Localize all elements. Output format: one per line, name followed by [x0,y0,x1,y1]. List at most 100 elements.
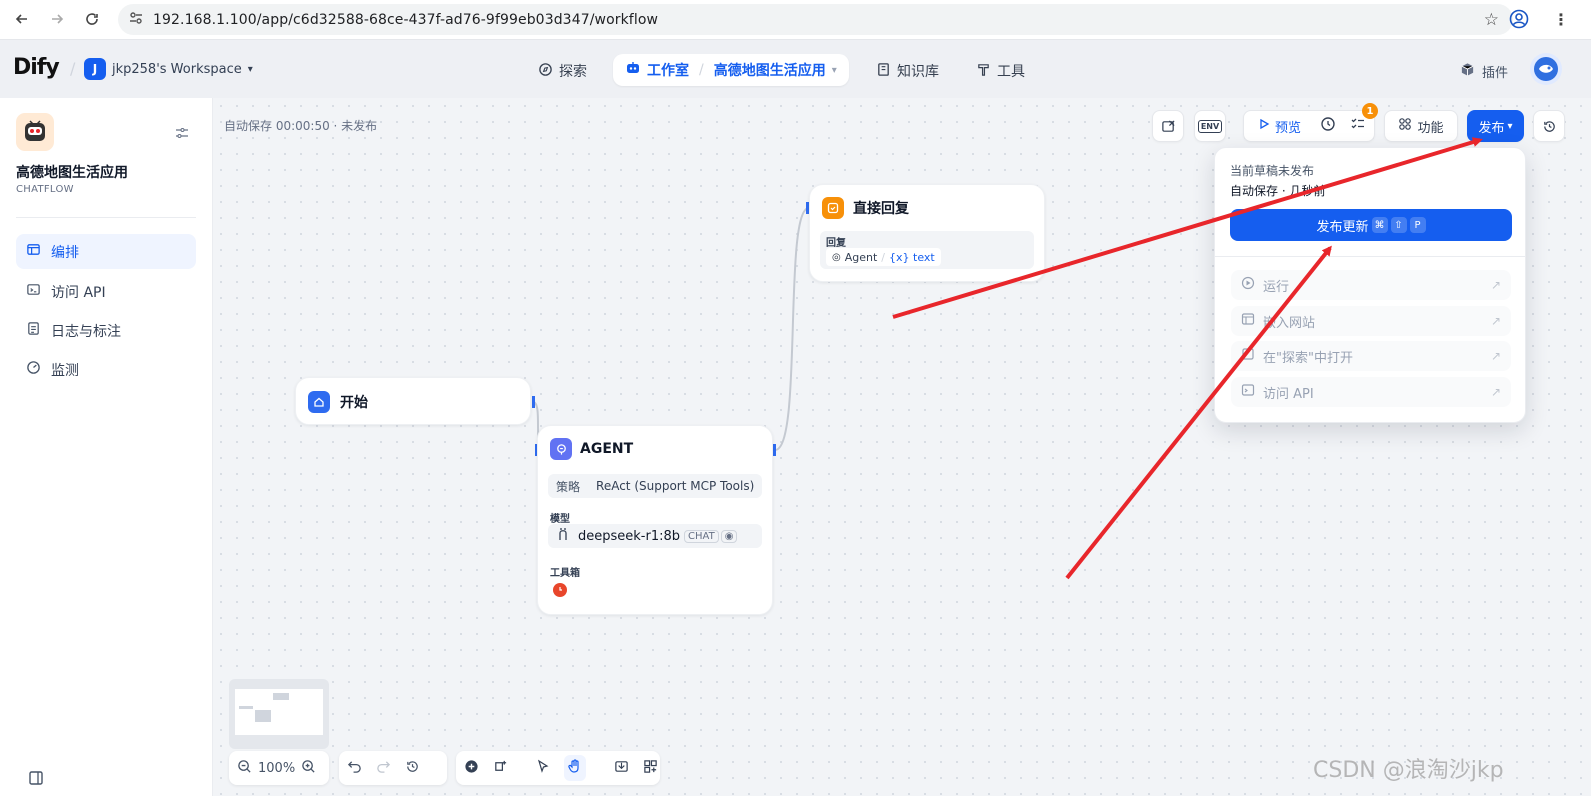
handle-agent-out [773,444,776,456]
back-icon[interactable] [8,5,36,33]
organize-layout-icon[interactable] [643,759,658,778]
external-link-icon: ↗ [1490,385,1501,399]
variable-source: Agent [844,250,878,264]
strategy-value: ReAct (Support MCP Tools) [596,479,755,493]
zoom-out-icon[interactable] [237,759,252,778]
nav-studio[interactable]: 工作室 / 高德地图生活应用 ▾ [613,54,849,86]
menu-item-label: 在"探索"中打开 [1263,350,1353,366]
features-label: 功能 [1417,120,1444,136]
nav-explore[interactable]: 探索 [538,61,587,81]
grid-box-icon [1241,347,1255,365]
publish-update-button[interactable]: 发布更新 ⌘ ⇧ P [1230,209,1512,241]
model-tag-badge: CHAT [684,529,719,543]
menu-item-open-explore[interactable]: 在"探索"中打开 ↗ [1231,341,1511,371]
bookmark-star-icon[interactable]: ☆ [1484,10,1499,30]
zoom-control[interactable]: 100% [229,751,329,785]
reply-node[interactable]: 直接回复 回复 ◎ Agent / {x} text [809,184,1045,282]
external-link-icon: ↗ [1490,278,1501,292]
url-text: 192.168.1.100/app/c6d32588-68ce-437f-ad7… [153,11,659,28]
draft-autosave: 自动保存 · 几秒前 [1230,184,1326,198]
run-history-icon[interactable] [1320,116,1336,136]
robot-icon [625,60,641,80]
sidebar-item-monitor[interactable]: 监测 [16,352,196,387]
external-link-icon: ↗ [1490,314,1501,328]
reply-content-box: 回复 ◎ Agent / {x} text [820,231,1034,269]
home-icon [308,391,330,413]
zoom-level: 100% [258,760,296,776]
sidebar-item-logs[interactable]: 日志与标注 [16,313,196,348]
nav-knowledge[interactable]: 知识库 [876,61,939,81]
minimap[interactable] [229,679,329,749]
hammer-icon [976,62,991,81]
publish-update-label: 发布更新 [1316,219,1369,235]
menu-item-run[interactable]: 运行 ↗ [1231,270,1511,300]
preview-button[interactable]: 预览 [1258,117,1301,136]
app-type: CHATFLOW [16,184,74,195]
chevron-down-icon: ▾ [1507,120,1513,132]
reload-icon[interactable] [78,5,106,33]
nav-tools[interactable]: 工具 [976,61,1025,81]
redo-icon[interactable] [376,759,391,778]
layout-icon [26,242,41,261]
forward-icon[interactable] [43,5,71,33]
ollama-icon [556,527,570,545]
book-icon [876,62,891,81]
terminal-icon [26,282,41,301]
profile-icon[interactable] [1509,9,1529,33]
publish-button[interactable]: 发布 ▾ [1467,110,1524,142]
version-history-icon[interactable] [1533,110,1565,142]
chevron-down-icon: ▾ [831,64,837,76]
site-info-icon[interactable] [128,10,144,30]
divider-slash: / [70,59,76,78]
breadcrumb-separator: / [699,62,704,78]
app-icon [16,113,54,151]
sidebar-item-orchestrate[interactable]: 编排 [16,234,196,269]
pointer-icon[interactable] [536,759,550,777]
sidebar-item-api[interactable]: 访问 API [16,274,196,309]
hand-icon[interactable] [564,755,586,781]
export-image-icon[interactable] [614,759,629,778]
strategy-row: 策略 ReAct (Support MCP Tools) [548,474,762,498]
nav-current-app[interactable]: 高德地图生活应用 [714,60,826,80]
model-label: 模型 [550,514,570,525]
grid-icon [1398,117,1412,135]
publish-dropdown: 当前草稿未发布 自动保存 · 几秒前 发布更新 ⌘ ⇧ P 运行 ↗ 嵌入网站 … [1214,147,1526,423]
features-button[interactable]: 功能 [1384,110,1458,142]
zoom-in-icon[interactable] [301,759,316,778]
chevron-down-icon: ▾ [247,63,253,75]
settings-sliders-icon[interactable] [174,125,190,145]
workspace-switcher[interactable]: J jkp258's Workspace ▾ [84,58,253,80]
history-controls [339,751,447,785]
address-bar[interactable]: 192.168.1.100/app/c6d32588-68ce-437f-ad7… [118,4,1513,35]
start-node[interactable]: 开始 [295,377,531,425]
browser-menu-icon[interactable]: ⋮ [1553,10,1569,29]
plugins-link[interactable]: 插件 [1460,62,1508,81]
env-button[interactable]: ENV [1194,110,1226,142]
csdn-watermark: CSDN @浪淘沙jkp [1313,758,1504,783]
app-header: Dify / J jkp258's Workspace ▾ 探索 工作室 / 高… [0,40,1591,98]
compass-icon [538,62,553,81]
add-note-icon[interactable] [493,759,508,778]
document-icon [26,321,41,340]
collapse-sidebar-icon[interactable] [28,770,44,790]
history-icon[interactable] [405,759,420,778]
env-label: ENV [1197,119,1223,133]
menu-divider [1215,256,1525,257]
dify-logo[interactable]: Dify [13,55,60,80]
checklist-icon[interactable] [1350,116,1366,136]
browser-toolbar: 192.168.1.100/app/c6d32588-68ce-437f-ad7… [0,0,1591,40]
shortcut-key: P [1409,217,1426,233]
agent-node[interactable]: AGENT 策略 ReAct (Support MCP Tools) 模型 de… [537,425,773,615]
add-node-icon[interactable] [464,759,479,778]
menu-item-embed[interactable]: 嵌入网站 ↗ [1231,306,1511,336]
terminal-icon [1241,383,1255,401]
undo-icon[interactable] [347,759,362,778]
sidebar-item-label: 访问 API [51,284,106,301]
shortcut-key: ⇧ [1390,217,1407,233]
user-avatar[interactable] [1530,53,1562,85]
checklist-close-icon[interactable] [1152,110,1184,142]
reply-icon [822,197,844,219]
menu-item-access-api[interactable]: 访问 API ↗ [1231,377,1511,407]
nav-tools-label: 工具 [997,64,1025,80]
handle-start-out [532,396,535,408]
